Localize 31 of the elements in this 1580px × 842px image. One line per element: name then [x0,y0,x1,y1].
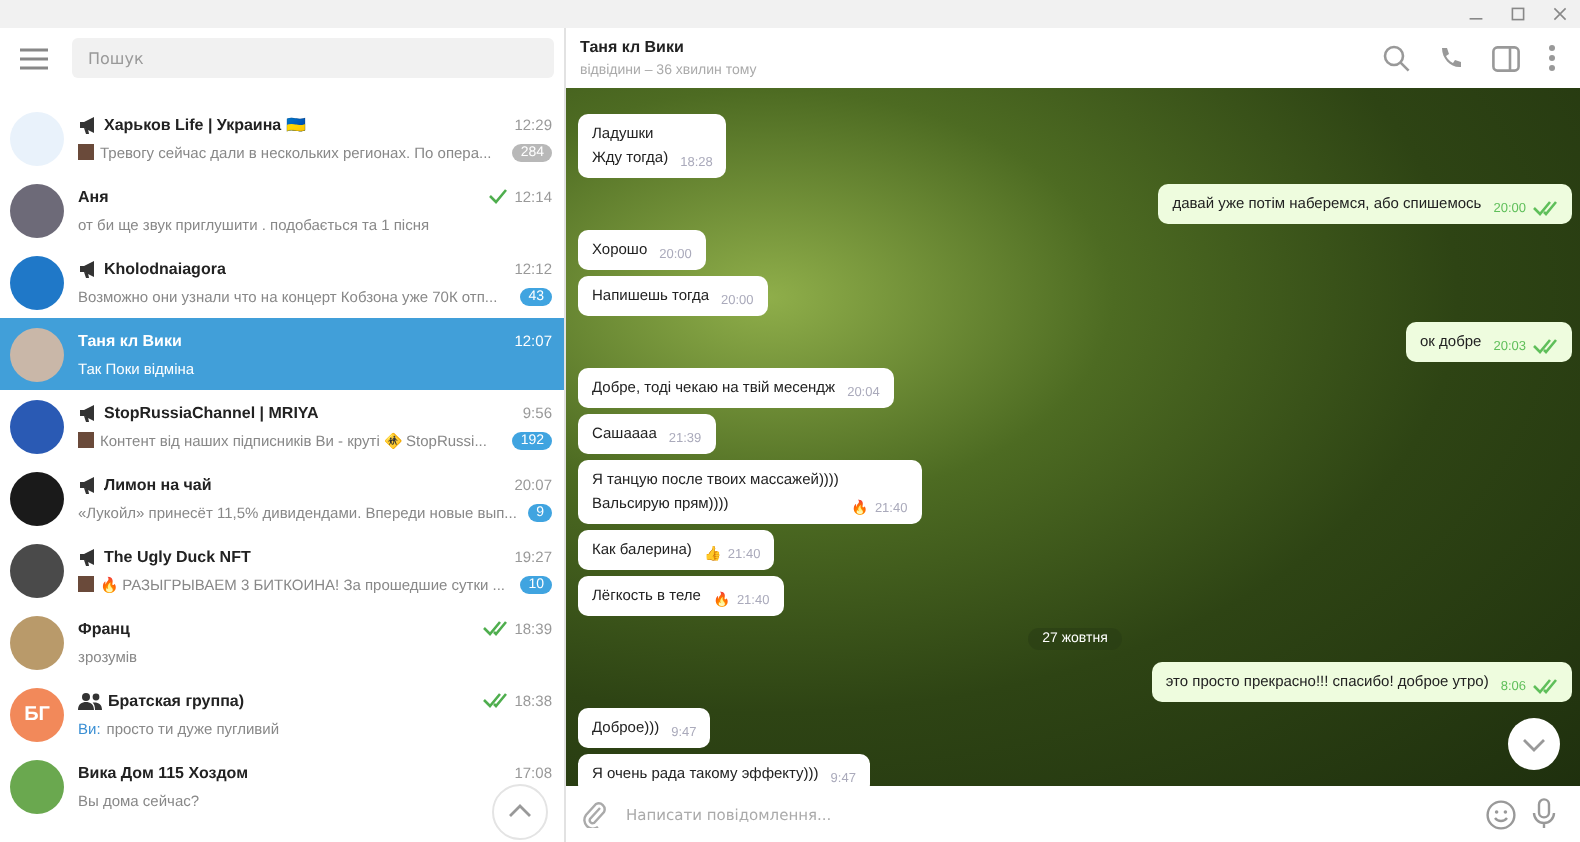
chat-title: Таня кл Вики [580,38,686,56]
search-field[interactable]: Пошук [72,38,554,78]
paperclip-icon[interactable] [582,800,606,828]
sidebar-icon[interactable] [1492,45,1520,71]
chat-name: Франц [78,619,132,637]
chat-name: Вика Дом 115 Хоздом [78,763,250,781]
megaphone-icon [78,403,98,421]
more-icon[interactable] [1548,44,1556,72]
microphone-icon[interactable] [1532,798,1556,830]
megaphone-icon [78,475,98,493]
chat-name: Братская группа) [108,691,247,709]
chat-name: Лимон на чай [104,475,214,493]
avatar-initials: БГ [10,687,64,741]
chat-name: Харьков Life | Украина 🇺🇦 [104,115,308,133]
scroll-up-button[interactable] [492,784,548,840]
emoji-icon[interactable] [1486,799,1516,829]
megaphone-icon [78,259,98,277]
megaphone-icon [78,547,98,565]
maximize-icon[interactable] [1510,6,1526,22]
people-icon [78,691,102,709]
chat-name: Таня кл Вики [78,331,184,349]
scroll-down-button[interactable] [1508,718,1560,770]
chat-name: Аня [78,187,111,205]
chat-name: The Ugly Duck NFT [104,547,253,565]
chat-name: StopRussiaChannel | MRIYA [104,403,321,421]
phone-icon[interactable] [1438,45,1464,71]
search-icon[interactable] [1382,44,1410,72]
menu-icon[interactable] [20,47,48,69]
close-icon[interactable] [1552,6,1568,22]
megaphone-icon [78,115,98,133]
chat-name: Kholodnaiagora [104,259,228,277]
